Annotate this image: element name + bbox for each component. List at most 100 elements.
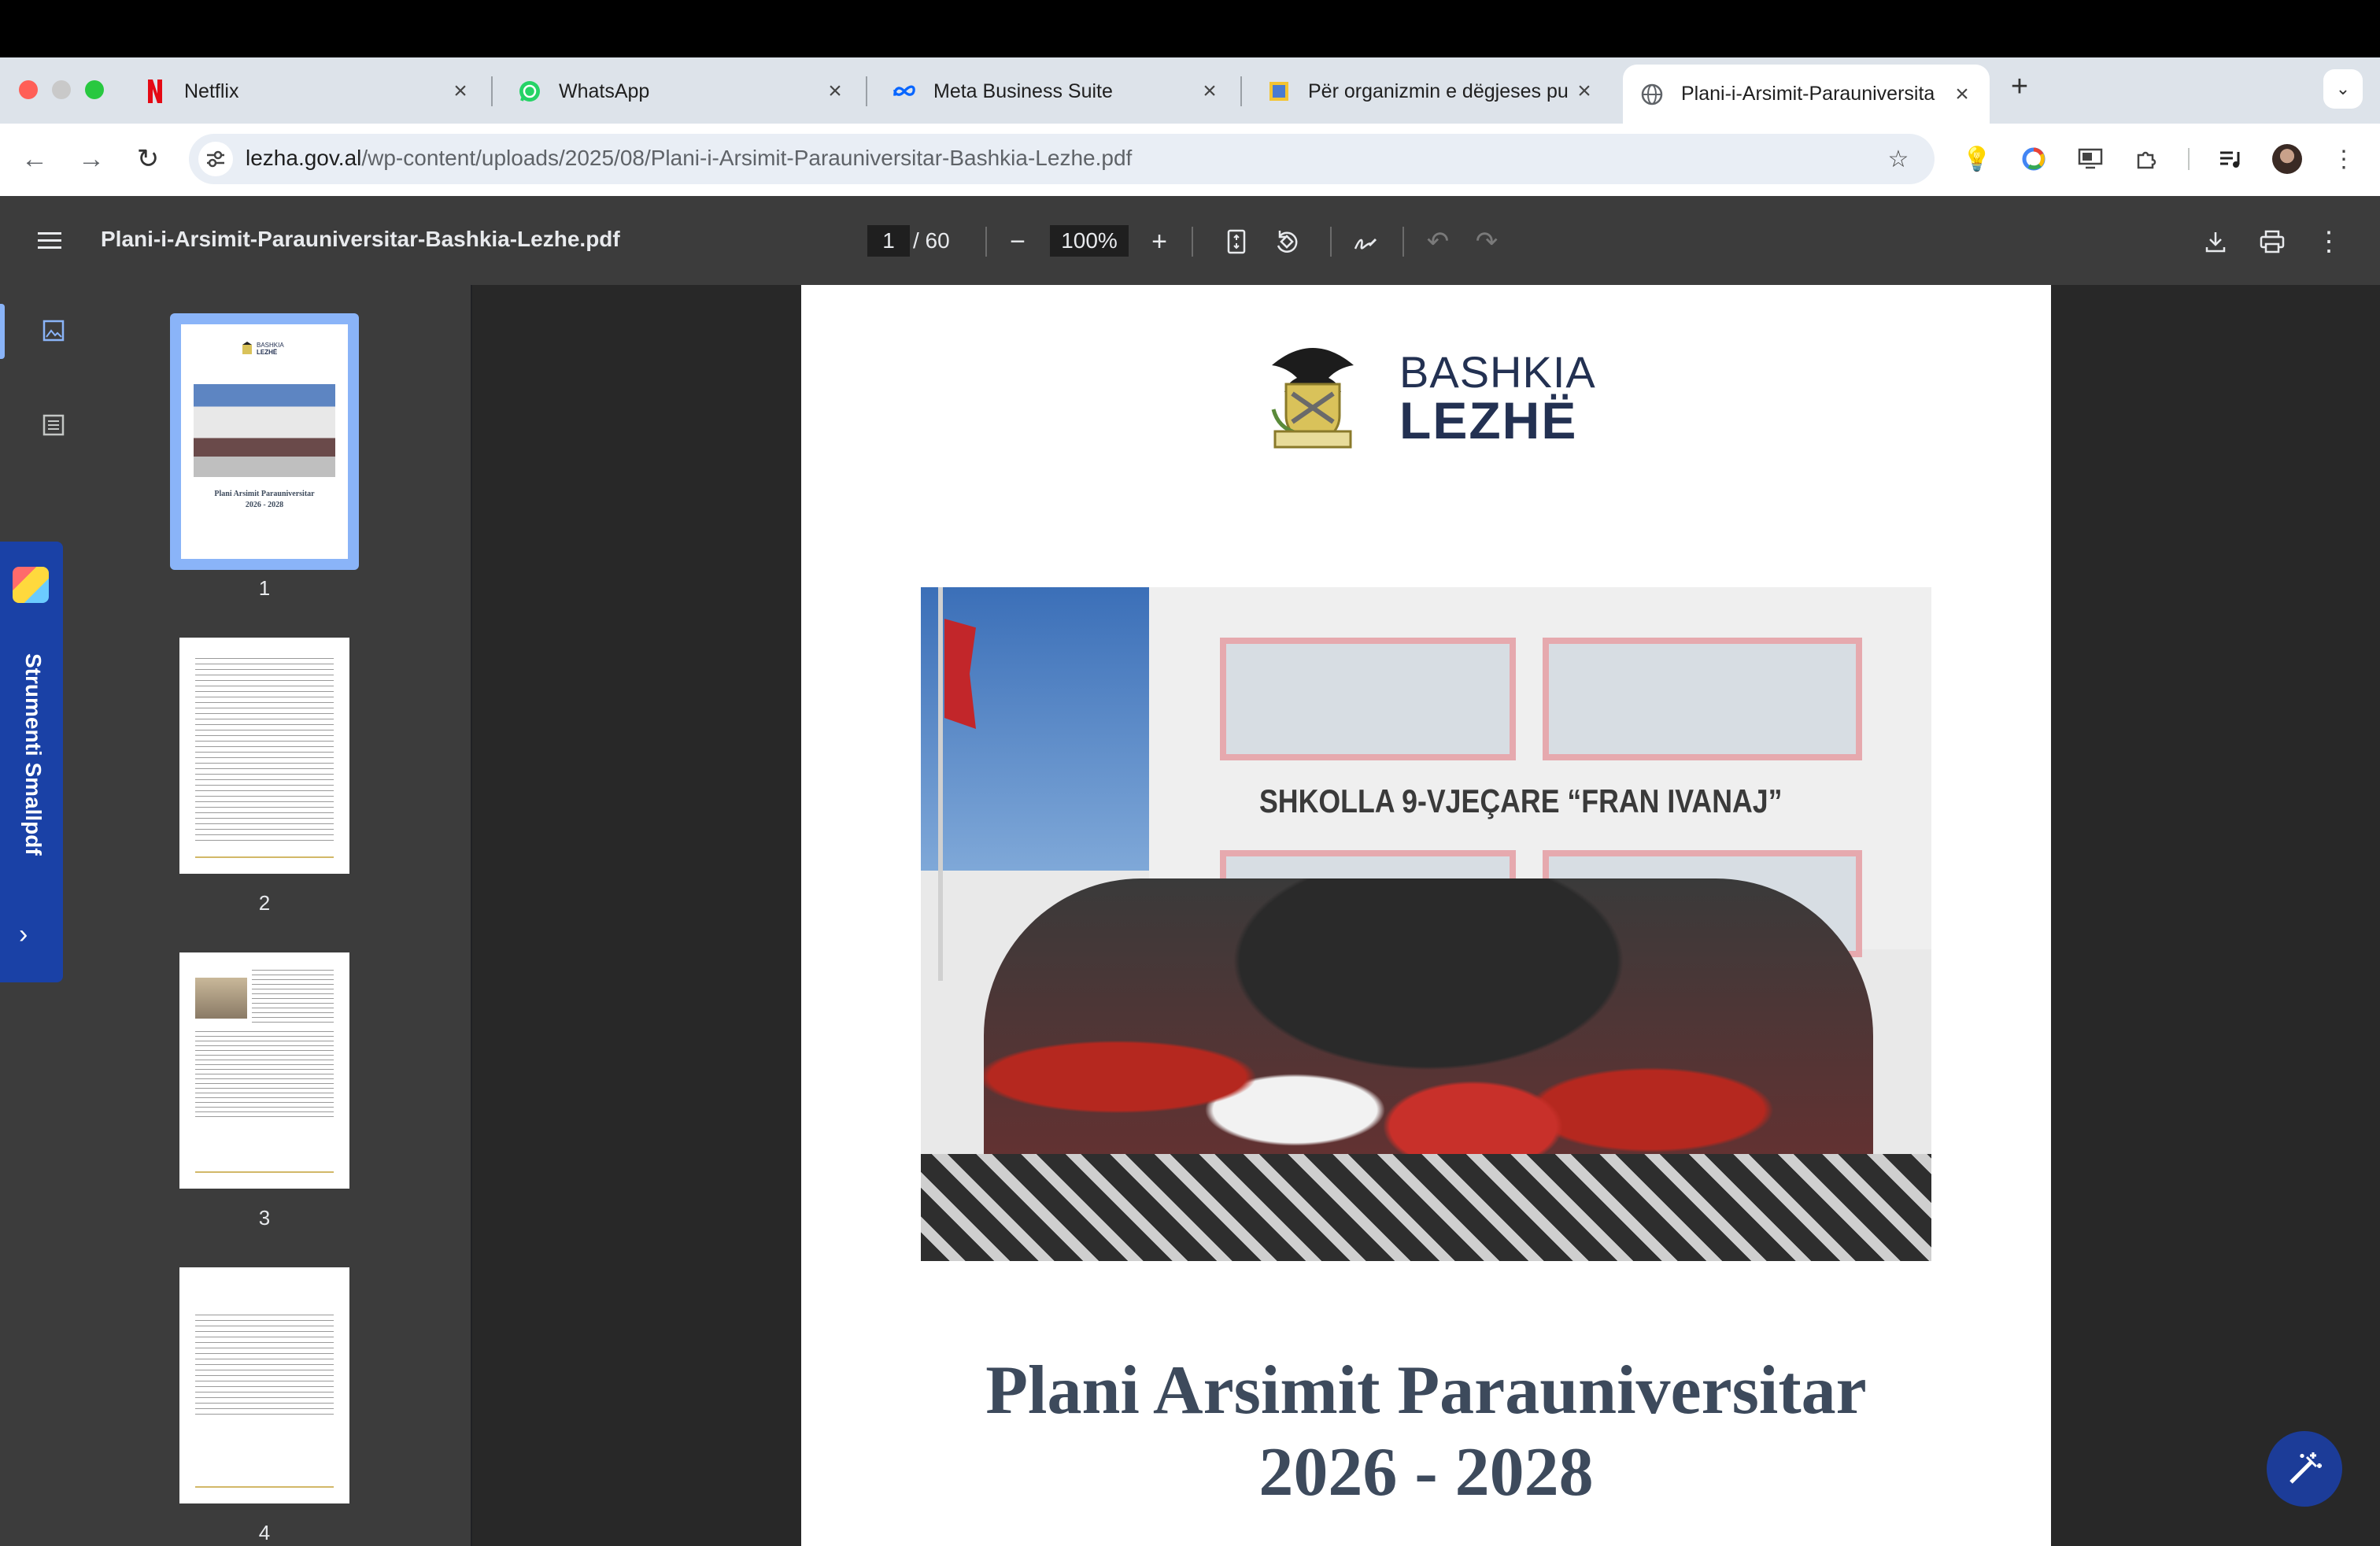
thumbnail-footer-line [195,1486,334,1488]
outline-view-button[interactable] [38,409,69,441]
image-icon [42,320,65,342]
thumbnail-page-2[interactable] [179,638,349,874]
download-icon[interactable] [2196,222,2235,261]
tab-separator [1240,76,1242,106]
school-group-photo: SHKOLLA 9-VJEÇARE “FRAN IVANAJ” [921,587,1931,1261]
document-title-line-1: Plani Arsimit Parauniversitar [985,1352,1867,1429]
bashkia-lezhe-logo [242,342,252,354]
lightbulb-icon[interactable]: 💡 [1960,142,1994,176]
screen-cast-icon[interactable] [2073,142,2108,176]
thumbnail-number: 1 [258,576,271,600]
thumbnail-page-3[interactable] [179,952,349,1189]
arrow-left-icon: ← [21,143,48,174]
maximize-window-button[interactable] [85,80,104,99]
minimize-window-button[interactable] [52,80,71,99]
thumbnail-footer-line [195,856,334,858]
close-icon[interactable]: × [1198,78,1221,105]
tab-title: Netflix [184,80,239,102]
bookmark-star-icon[interactable]: ☆ [1881,142,1916,176]
undo-icon[interactable]: ↶ [1418,222,1458,261]
arrow-right-icon: → [78,143,105,174]
back-button[interactable]: ← [13,137,57,181]
redo-icon[interactable]: ↷ [1467,222,1506,261]
thumbnail-logo-text-2: LEZHË [257,349,278,356]
paved-ground [921,1154,1931,1261]
chevron-down-icon: ⌄ [2335,79,2351,98]
thumbnail-number: 2 [258,891,271,915]
url-text[interactable]: lezha.gov.al/wp-content/uploads/2025/08/… [246,146,1132,171]
close-icon[interactable]: × [449,78,472,105]
window [1543,638,1862,760]
thumbnail-text-lines [195,1315,334,1417]
whatsapp-icon [518,80,541,103]
thumbnail-text-lines [195,658,334,844]
toolbar-divider [985,227,987,257]
close-icon[interactable]: × [823,78,847,105]
avatar[interactable] [2270,142,2304,176]
globe-icon [1640,83,1664,106]
tab-netflix[interactable]: Netflix × [126,66,488,117]
smallpdf-side-panel[interactable]: Strumenti Smallpdf › [0,542,63,982]
chevron-right-icon[interactable]: › [19,919,28,950]
tab-search-button[interactable]: ⌄ [2323,69,2363,109]
thumbnail-logo-text-1: BASHKIA [257,342,284,349]
media-controls-icon[interactable] [2213,142,2248,176]
tab-meta-business-suite[interactable]: Meta Business Suite × [875,66,1237,117]
tab-whatsapp[interactable]: WhatsApp × [501,66,863,117]
smallpdf-logo-icon [13,567,49,603]
thumbnail-years: 2026 - 2028 [245,501,284,509]
list-icon [42,414,65,436]
tab-title: Për organizmin e dëgjeses pu [1308,80,1569,102]
site-info-icon[interactable] [198,142,233,176]
smallpdf-label: Strumenti Smallpdf [21,653,46,856]
window [1220,638,1516,760]
extension-color-icon[interactable] [2016,142,2051,176]
annotate-pen-icon[interactable] [1346,222,1385,261]
more-menu-icon[interactable]: ⋮ [2326,142,2361,176]
netflix-icon [143,80,167,103]
screen-top-bar [0,0,2380,57]
zoom-level-input[interactable]: 100% [1050,225,1129,257]
thumbnail-page-4[interactable] [179,1267,349,1503]
magic-wand-fab[interactable] [2267,1431,2342,1507]
url-host: lezha.gov.al [246,146,362,170]
close-icon[interactable]: × [1950,81,1974,108]
zoom-in-button[interactable]: + [1140,222,1179,261]
forward-button[interactable]: → [69,137,113,181]
reload-icon: ↻ [136,144,160,174]
thumbnail-page-1-content: BASHKIA LEZHË Plani Arsimit Parauniversi… [181,324,348,559]
pdf-more-menu-icon[interactable]: ⋮ [2309,222,2349,261]
sidebar-menu-icon[interactable] [30,220,69,260]
bashkia-lezhe-crest-icon [1271,348,1354,449]
tab-per-organizmin[interactable]: Për organizmin e dëgjeses pu × [1250,66,1612,117]
pdf-page-1: BASHKIA LEZHË SHKOLLA 9-VJEÇARE “FRAN IV… [801,285,2051,1546]
print-icon[interactable] [2252,222,2292,261]
puzzle-extensions-icon[interactable] [2130,142,2164,176]
thumbnail-view-indicator [0,304,5,359]
tab-separator [491,76,493,106]
close-window-button[interactable] [19,80,38,99]
pdf-filename: Plani-i-Arsimit-Parauniversitar-Bashkia-… [101,227,620,251]
reload-button[interactable]: ↻ [126,137,170,181]
tab-title: Meta Business Suite [933,80,1113,102]
tab-plani-arsimit[interactable]: Plani-i-Arsimit-Parauniversita × [1623,65,1990,124]
meta-icon [893,80,916,103]
document-title-line-2: 2026 - 2028 [1258,1434,1594,1511]
rotate-icon[interactable] [1267,222,1306,261]
magic-wand-icon [2289,1452,2322,1484]
school-sign: SHKOLLA 9-VJEÇARE “FRAN IVANAJ” [1259,782,1783,819]
toolbar-divider [1402,227,1404,257]
thumbnail-number: 4 [258,1521,271,1544]
thumbnail-number: 3 [258,1206,271,1230]
fit-page-icon[interactable] [1217,222,1256,261]
page-number-input[interactable]: 1 [867,225,910,257]
close-icon[interactable]: × [1572,78,1596,105]
zoom-out-button[interactable]: − [998,222,1037,261]
page-total: / 60 [913,228,950,253]
thumbnail-photo [194,384,335,477]
thumbnail-view-button[interactable] [38,315,69,346]
new-tab-button[interactable]: + [2002,69,2037,104]
thumbnail-text-lines [252,970,334,1025]
toolbar-divider [1330,227,1332,257]
tab-title: Plani-i-Arsimit-Parauniversita [1681,83,1935,105]
